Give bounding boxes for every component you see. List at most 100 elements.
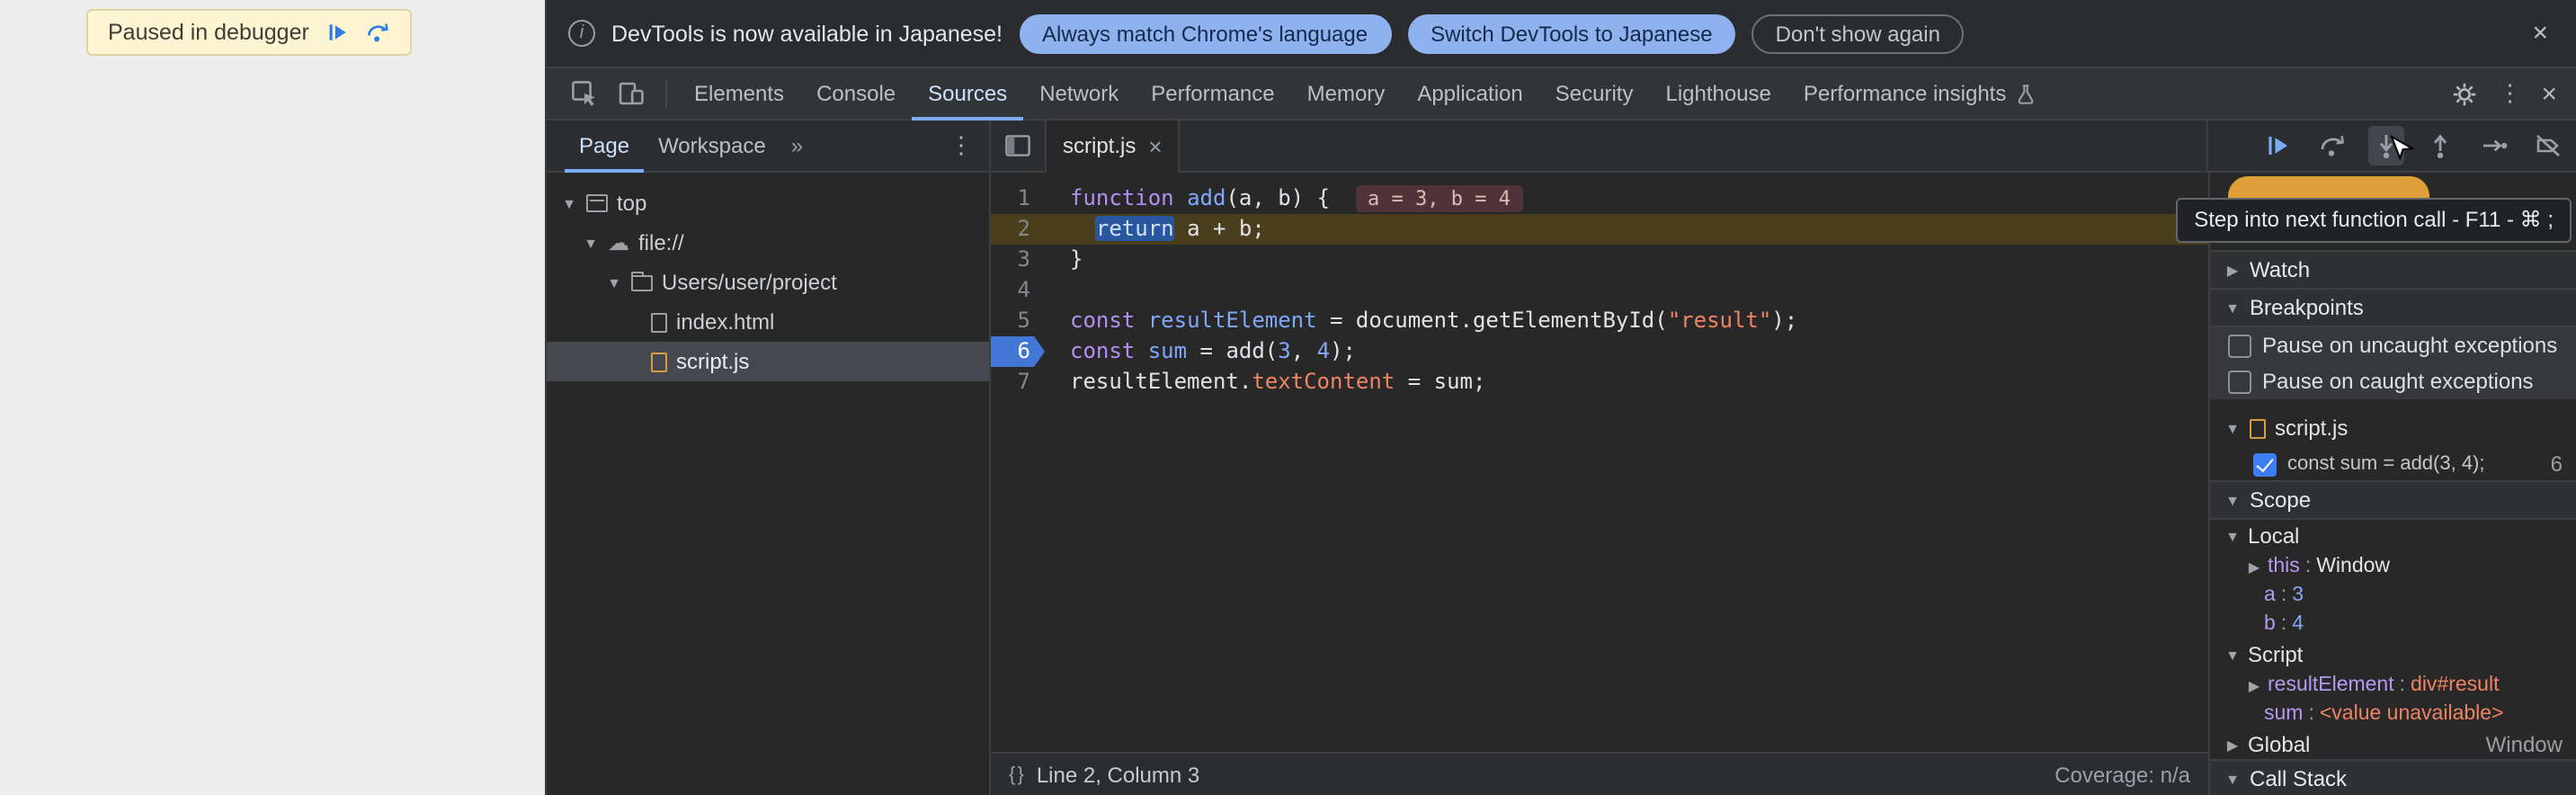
tree-item-project-folder[interactable]: Users/user/project <box>547 263 989 302</box>
more-tabs-icon[interactable]: » <box>780 133 814 158</box>
code-line-4[interactable]: 4 <box>991 275 2208 306</box>
scope-entry-this[interactable]: this: Window <box>2210 552 2576 581</box>
js-file-icon <box>651 352 667 371</box>
chevron-down-icon[interactable] <box>2224 647 2241 663</box>
section-call-stack[interactable]: Call Stack <box>2210 759 2576 795</box>
scope-entry-b[interactable]: b: 4 <box>2210 610 2576 639</box>
chevron-down-icon[interactable] <box>2224 528 2241 544</box>
code-token: const <box>1070 338 1148 363</box>
code-token: return <box>1096 216 1174 241</box>
code-line-1[interactable]: 1function add(a, b) {a = 3, b = 4 <box>991 183 2208 214</box>
editor-tab-bar: script.js × <box>991 121 2208 171</box>
line-number[interactable]: 5 <box>991 306 1045 336</box>
pause-uncaught-checkbox[interactable] <box>2228 334 2251 357</box>
more-options-icon[interactable]: ⋮ <box>2498 79 2521 108</box>
resume-script-button[interactable] <box>2260 126 2296 165</box>
scope-entry-a[interactable]: a: 3 <box>2210 581 2576 610</box>
infobar-close-icon[interactable]: × <box>2525 18 2555 49</box>
line-number[interactable]: 7 <box>991 367 1045 398</box>
code-line-5[interactable]: 5const resultElement = document.getEleme… <box>991 306 2208 336</box>
chevron-down-icon[interactable] <box>2224 420 2241 436</box>
tab-page[interactable]: Page <box>565 120 644 172</box>
code-token <box>1070 216 1096 241</box>
tab-sources[interactable]: Sources <box>912 67 1023 120</box>
settings-gear-icon[interactable] <box>2451 80 2478 107</box>
chevron-down-icon[interactable] <box>606 274 622 290</box>
scope-global-header[interactable]: Global Window <box>2210 728 2576 761</box>
section-breakpoints[interactable]: Breakpoints <box>2210 288 2576 327</box>
code-token: const <box>1070 308 1148 333</box>
section-watch[interactable]: Watch <box>2210 250 2576 290</box>
tab-console[interactable]: Console <box>800 67 912 120</box>
tab-application[interactable]: Application <box>1401 67 1538 120</box>
code-line-6[interactable]: 6const sum = add(3, 4); <box>991 336 2208 367</box>
chevron-right-icon[interactable] <box>2224 737 2241 753</box>
pause-caught-row[interactable]: Pause on caught exceptions <box>2210 363 2576 399</box>
dont-show-again-button[interactable]: Don't show again <box>1752 13 1964 53</box>
code-token: "result" <box>1668 308 1772 333</box>
tab-network[interactable]: Network <box>1023 67 1135 120</box>
editor-tab-scriptjs[interactable]: script.js × <box>1045 120 1181 172</box>
close-tab-icon[interactable]: × <box>1148 132 1162 159</box>
file-icon <box>651 312 667 332</box>
match-chrome-language-button[interactable]: Always match Chrome's language <box>1019 13 1391 53</box>
device-toolbar-icon[interactable] <box>617 79 646 108</box>
close-devtools-icon[interactable]: × <box>2541 78 2557 109</box>
switch-to-japanese-button[interactable]: Switch DevTools to Japanese <box>1407 13 1736 53</box>
tab-memory[interactable]: Memory <box>1291 67 1402 120</box>
paused-banner-label: Paused in debugger <box>108 20 309 45</box>
chevron-right-icon[interactable] <box>2246 558 2262 575</box>
tree-item-indexhtml[interactable]: index.html <box>547 302 989 342</box>
line-number[interactable]: 3 <box>991 245 1045 275</box>
tab-performance-insights[interactable]: Performance insights <box>1787 67 2053 120</box>
paused-in-debugger-banner: Paused in debugger <box>86 9 412 56</box>
tab-performance[interactable]: Performance <box>1135 67 1290 120</box>
tab-elements[interactable]: Elements <box>678 67 800 120</box>
tree-item-file-origin[interactable]: ☁ file:// <box>547 223 989 263</box>
chevron-down-icon[interactable] <box>583 235 599 251</box>
code-area[interactable]: 1function add(a, b) {a = 3, b = 42 retur… <box>991 173 2208 752</box>
chevron-down-icon[interactable] <box>2224 771 2241 787</box>
experiment-flask-icon <box>2013 82 2037 105</box>
tree-item-top[interactable]: top <box>547 183 989 223</box>
chevron-right-icon[interactable] <box>2224 262 2241 278</box>
pause-uncaught-row[interactable]: Pause on uncaught exceptions <box>2210 327 2576 363</box>
step-over-icon[interactable] <box>365 20 390 45</box>
chevron-down-icon[interactable] <box>561 195 577 211</box>
pause-caught-checkbox[interactable] <box>2228 370 2251 393</box>
inspect-element-icon[interactable] <box>570 79 599 108</box>
toolbar-divider <box>665 79 667 108</box>
section-scope[interactable]: Scope <box>2210 480 2576 520</box>
scope-entry-resultelement[interactable]: resultElement: div#result <box>2210 671 2576 700</box>
line-number[interactable]: 1 <box>991 183 1045 214</box>
tab-security[interactable]: Security <box>1539 67 1650 120</box>
tab-lighthouse[interactable]: Lighthouse <box>1649 67 1787 120</box>
step-over-button[interactable] <box>2314 126 2350 165</box>
code-line-7[interactable]: 7resultElement.textContent = sum; <box>991 367 2208 398</box>
scope-entry-sum[interactable]: sum: <value unavailable> <box>2210 700 2576 728</box>
breakpoint-marker[interactable]: 6 <box>991 336 1045 367</box>
toggle-navigator-icon[interactable] <box>1005 135 1030 156</box>
chevron-down-icon[interactable] <box>2224 492 2241 508</box>
deactivate-breakpoints-button[interactable] <box>2530 126 2566 165</box>
step-button[interactable] <box>2476 126 2512 165</box>
chevron-down-icon[interactable] <box>2224 299 2241 316</box>
step-out-button[interactable] <box>2422 126 2458 165</box>
breakpoint-file-group[interactable]: script.js <box>2210 410 2576 446</box>
breakpoint-checkbox[interactable] <box>2253 452 2277 476</box>
code-token: = document.getElementById( <box>1317 308 1668 333</box>
scope-local-header[interactable]: Local <box>2210 520 2576 552</box>
code-line-3[interactable]: 3} <box>991 245 2208 275</box>
sidebar-menu-icon[interactable]: ⋮ <box>949 131 989 160</box>
code-token: add <box>1187 185 1226 210</box>
resume-script-icon[interactable] <box>325 20 351 45</box>
chevron-right-icon[interactable] <box>2246 677 2262 693</box>
breakpoint-entry[interactable]: const sum = add(3, 4); 6 <box>2210 446 2576 482</box>
tab-workspace[interactable]: Workspace <box>644 120 780 172</box>
scope-script-header[interactable]: Script <box>2210 639 2576 671</box>
code-token: } <box>1070 246 1083 272</box>
tree-item-scriptjs[interactable]: script.js <box>547 342 989 381</box>
line-number[interactable]: 2 <box>991 214 1045 245</box>
line-number[interactable]: 4 <box>991 275 1045 306</box>
code-line-2[interactable]: 2 return a + b; <box>991 214 2208 245</box>
